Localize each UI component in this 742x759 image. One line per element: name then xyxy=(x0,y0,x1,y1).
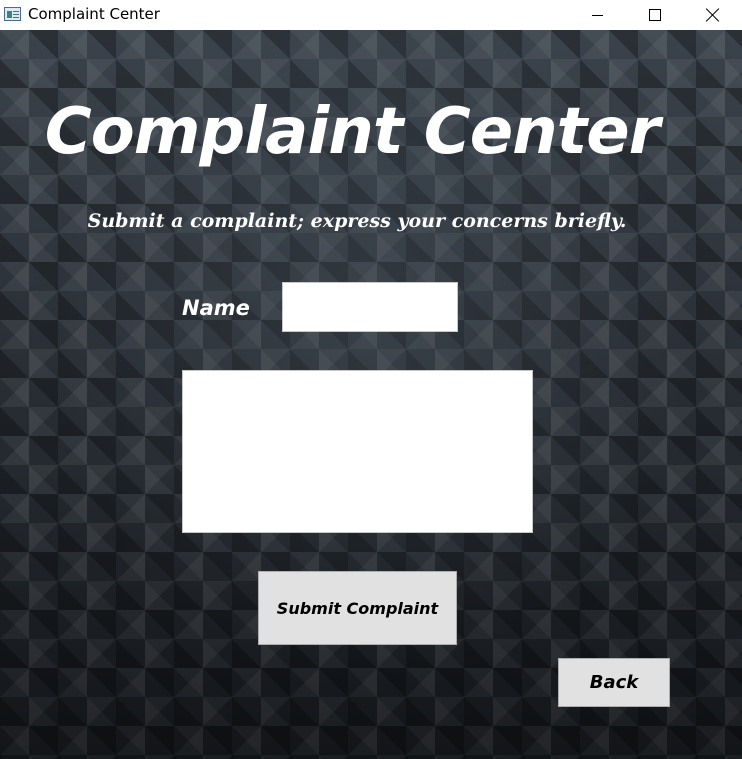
name-input[interactable] xyxy=(282,282,458,332)
minimize-icon xyxy=(591,14,603,16)
maximize-button[interactable] xyxy=(626,0,684,30)
window-title: Complaint Center xyxy=(28,5,160,23)
page-title: Complaint Center xyxy=(44,95,660,169)
close-button[interactable] xyxy=(684,0,742,30)
app-window-icon xyxy=(4,7,21,21)
title-bar[interactable]: Complaint Center xyxy=(0,0,742,30)
page-subtitle: Submit a complaint; express your concern… xyxy=(87,210,627,232)
back-button[interactable]: Back xyxy=(558,658,670,707)
minimize-button[interactable] xyxy=(568,0,626,30)
name-label: Name xyxy=(182,296,250,320)
complaint-textarea[interactable] xyxy=(182,370,533,533)
close-icon xyxy=(706,8,720,22)
maximize-icon xyxy=(649,9,661,21)
submit-complaint-button[interactable]: Submit Complaint xyxy=(258,571,457,645)
complaint-form-area: Complaint Center Submit a complaint; exp… xyxy=(0,30,742,759)
